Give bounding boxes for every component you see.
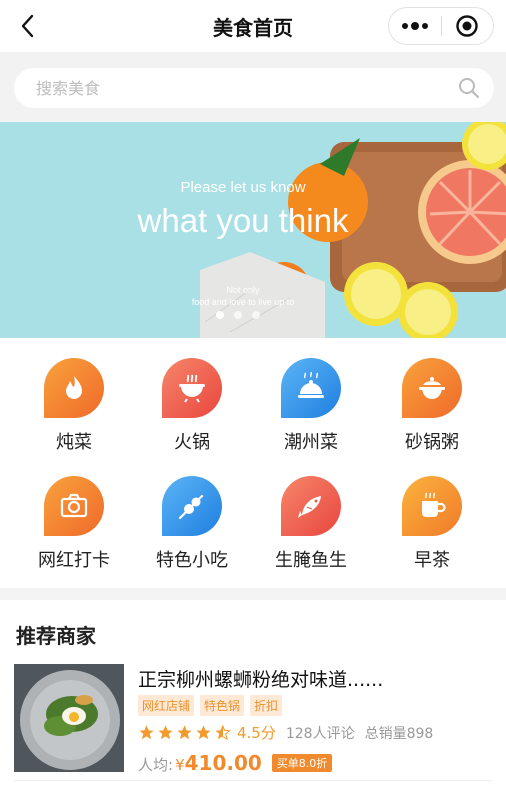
category-item-rawfish[interactable]: 生腌鱼生 [248,456,374,571]
shop-name: 正宗柳州螺蛳粉绝对味道...... [138,669,384,691]
banner-line2: what you think [137,202,349,239]
category-label: 砂锅粥 [405,432,459,453]
category-label: 特色小吃 [156,550,228,571]
banner-carousel[interactable]: Please let us know what you think Not on… [0,122,506,338]
banner-line3: Not only [226,285,260,295]
avg-price: 410.00 [184,751,262,775]
category-grid: 炖菜 火锅 潮州菜 砂锅粥 网红打卡 特色小吃 生腌鱼生 早茶 [0,338,506,588]
category-item-checkin[interactable]: 网红打卡 [11,456,137,571]
shop-tag: 网红店铺 [138,695,195,716]
page-title: 美食首页 [213,15,293,40]
section-title: 推荐商家 [16,624,96,648]
search-icon[interactable] [458,77,480,99]
search-bar [14,68,494,108]
sales-count: 总销量898 [364,725,434,742]
shop-tags: 网红店铺 特色锅 折扣 [138,695,283,716]
category-item-snacks[interactable]: 特色小吃 [129,456,255,571]
category-label: 早茶 [414,550,450,571]
shop-tag: 特色锅 [200,695,245,716]
category-item-claypot[interactable]: 砂锅粥 [369,338,495,453]
shop-price: 人均: ¥ 410.00 买单8.0折 [138,751,333,775]
star-full-icon [158,725,173,740]
category-item-stew[interactable]: 炖菜 [11,338,137,453]
category-item-morning-tea[interactable]: 早茶 [369,456,495,571]
flame-icon [44,358,104,418]
review-count: 128人评论 [285,725,355,742]
star-rating [138,724,231,741]
row-divider [14,780,492,781]
target-icon [456,15,478,37]
nav-bar: 美食首页 [0,0,506,52]
star-half-icon [215,725,231,741]
more-dots-icon [401,22,428,30]
camera-icon [44,476,104,536]
banner-line4: food and love to live up to [192,297,295,307]
shop-tag: 折扣 [250,695,283,716]
shop-card[interactable]: 正宗柳州螺蛳粉绝对味道...... 网红店铺 特色锅 折扣 4.5分 128人评… [0,662,506,775]
claypot-icon [402,358,462,418]
recommend-section: 推荐商家 正宗柳州螺蛳粉绝对味道...... 网红店铺 特色锅 折扣 4.5分 … [0,600,506,787]
star-full-icon [139,725,154,740]
category-label: 生腌鱼生 [275,550,347,571]
teacup-icon [402,476,462,536]
mini-program-capsule [388,7,494,45]
category-item-hotpot[interactable]: 火锅 [129,338,255,453]
rating-score: 4.5分 [237,724,276,742]
search-area [0,52,506,122]
carousel-dot[interactable] [252,311,260,319]
close-app-button[interactable] [442,8,494,44]
shop-rating: 4.5分 128人评论 总销量898 [138,722,433,743]
shop-thumbnail [14,664,124,772]
fish-icon [281,476,341,536]
category-item-chaozhou[interactable]: 潮州菜 [248,338,374,453]
carousel-dot[interactable] [216,311,224,319]
category-label: 网红打卡 [38,550,110,571]
chevron-left-icon [21,14,34,38]
back-button[interactable] [16,13,42,39]
search-input[interactable] [36,78,458,98]
hotpot-icon [162,358,222,418]
banner-line1: Please let us know [180,179,305,196]
avg-price-label: 人均: [138,756,174,774]
carousel-dot[interactable] [234,311,242,319]
banner-image: Please let us know what you think Not on… [0,122,506,338]
cloche-icon [281,358,341,418]
more-button[interactable] [389,8,441,44]
star-full-icon [177,725,192,740]
category-label: 炖菜 [56,432,92,453]
category-label: 火锅 [174,432,210,453]
skewer-icon [162,476,222,536]
category-label: 潮州菜 [284,432,338,453]
currency-symbol: ¥ [175,756,185,774]
discount-badge: 买单8.0折 [271,754,333,772]
star-full-icon [196,725,211,740]
